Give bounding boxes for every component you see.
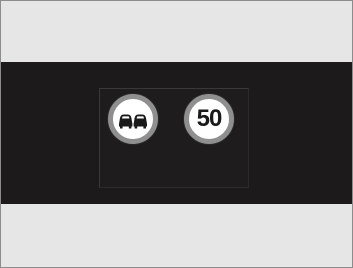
- speed-limit-icon: 50: [184, 94, 234, 144]
- traffic-sign-display: 50: [99, 88, 249, 188]
- bottom-panel: [1, 204, 352, 267]
- no-overtaking-icon: [108, 94, 158, 144]
- top-panel: [1, 1, 352, 62]
- speed-limit-value: 50: [196, 105, 223, 132]
- two-cars-icon: [119, 114, 147, 129]
